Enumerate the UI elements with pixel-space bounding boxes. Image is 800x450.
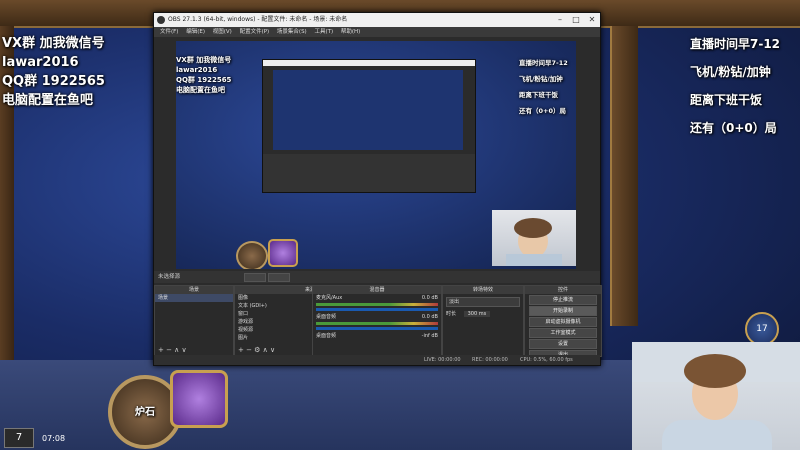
cpu-status: CPU: 0.5%, 60.00 fps (520, 357, 573, 363)
preview-overlay-r3: 距离下班干饭 (519, 91, 558, 99)
rec-status: REC: 00:00:00 (472, 357, 508, 363)
menu-edit[interactable]: 编辑(E) (186, 29, 205, 35)
mixer-desktop-slider[interactable] (316, 327, 438, 330)
overlay-left-line1: VX群 加我微信号 (2, 36, 105, 51)
mixer-mic-slider[interactable] (316, 308, 438, 311)
virtual-camera-button[interactable]: 启动虚拟摄像机 (529, 317, 597, 327)
close-icon[interactable]: ✕ (584, 13, 600, 27)
preview-overlay-r1: 直播时间早7-12 (519, 59, 568, 67)
menu-profile[interactable]: 配置文件(P) (240, 29, 270, 35)
filters-button[interactable] (268, 273, 290, 282)
sources-controls[interactable]: + − ⚙ ∧ ∨ (238, 346, 275, 354)
settings-button[interactable]: 设置 (529, 339, 597, 349)
overlay-right-line1: 直播时间早7-12 (690, 37, 781, 51)
game-frame-right (610, 26, 638, 326)
preview-webcam (492, 210, 576, 266)
preview-overlay-line3: QQ群 1922565 (176, 76, 232, 84)
transitions-dock: 转场特效 淡出 时长 300 ms (442, 285, 524, 357)
preview-hero-icon (236, 241, 268, 269)
mixer-mic-label: 麦克风/Aux (316, 295, 343, 301)
transition-select[interactable]: 淡出 (446, 297, 520, 307)
obs-statusbar: LIVE: 00:00:00 REC: 00:00:00 CPU: 0.5%, … (154, 355, 600, 365)
nested-obs-preview (262, 59, 476, 193)
mixer-channel-label: 桌面音频 -inf dB (313, 332, 441, 340)
mixer-channel-label: 桌面音频 0.0 dB (313, 313, 441, 321)
hero-power-icon[interactable] (170, 370, 228, 428)
power-cost: 17 (756, 324, 768, 334)
minimize-icon[interactable]: – (552, 13, 568, 27)
obs-titlebar[interactable]: OBS 27.1.3 (64-bit, windows) - 配置文件: 未命名… (154, 13, 600, 27)
overlay-right-line3: 距离下班干饭 (690, 93, 763, 107)
preview-overlay-right: 直播时间早7-12 飞机/粉钻/加钟 距离下班干饭 还有（0+0）局 (519, 55, 568, 119)
mixer-mic-meter (316, 303, 438, 306)
source-toolbar: 未选择源 (154, 271, 600, 283)
mixer-desktop2-level: -inf dB (421, 333, 438, 339)
menu-file[interactable]: 文件(F) (160, 29, 178, 35)
start-recording-button[interactable]: 开始录制 (529, 306, 597, 316)
overlay-left-line2: lawar2016 (2, 55, 79, 70)
preview-overlay-left: VX群 加我微信号 lawar2016 QQ群 1922565 电脑配置在鱼吧 (176, 55, 231, 95)
preview-hero-power-icon (268, 239, 298, 267)
stop-streaming-button[interactable]: 停止推流 (529, 295, 597, 305)
maximize-icon[interactable]: □ (568, 13, 584, 27)
deck-counter: 7 (4, 428, 34, 448)
overlay-left: VX群 加我微信号 lawar2016 QQ群 1922565 电脑配置在鱼吧 (2, 34, 105, 110)
preview-webcam-shirt (506, 254, 562, 266)
deck-count: 7 (15, 432, 23, 443)
preview-overlay-line1: VX群 加我微信号 (176, 56, 232, 64)
transitions-dock-title: 转场特效 (443, 286, 523, 294)
webcam-hair (684, 354, 746, 388)
duration-label: 时长 (446, 311, 457, 317)
obs-window[interactable]: OBS 27.1.3 (64-bit, windows) - 配置文件: 未命名… (153, 12, 602, 366)
webcam-shirt (662, 420, 772, 450)
mixer-dock-title: 混音器 (313, 286, 441, 294)
menu-view[interactable]: 视图(V) (213, 29, 232, 35)
live-status: LIVE: 00:00:00 (424, 357, 461, 363)
scenes-dock-title: 场景 (155, 286, 233, 294)
controls-dock-title: 控件 (525, 286, 601, 294)
mixer-desktop-label: 桌面音频 (316, 314, 337, 320)
controls-dock: 控件 停止推流 开始录制 启动虚拟摄像机 工作室模式 设置 退出 (524, 285, 602, 360)
overlay-left-line3: QQ群 1922565 (2, 74, 105, 89)
mixer-desktop-meter (316, 322, 438, 325)
preview-overlay-r2: 飞机/粉钻/加钟 (519, 75, 563, 83)
obs-menubar: 文件(F) 编辑(E) 视图(V) 配置文件(P) 场景集合(S) 工具(T) … (154, 27, 600, 37)
hero-label: 炉石 (135, 407, 155, 418)
obs-title: OBS 27.1.3 (64-bit, windows) - 配置文件: 未命名… (168, 16, 348, 23)
studio-mode-button[interactable]: 工作室模式 (529, 328, 597, 338)
no-source-selected: 未选择源 (158, 274, 181, 280)
webcam-overlay (632, 342, 800, 450)
game-board-bottom (0, 360, 640, 450)
overlay-right: 直播时间早7-12 飞机/粉钻/加钟 距离下班干饭 还有（0+0）局 (690, 30, 780, 142)
duration-row: 时长 300 ms (443, 310, 523, 318)
scenes-controls[interactable]: + − ∧ ∨ (158, 346, 187, 354)
menu-help[interactable]: 帮助(H) (341, 29, 360, 35)
preview-overlay-line4: 电脑配置在鱼吧 (176, 86, 225, 94)
scene-item[interactable]: 场景 (155, 294, 233, 302)
mixer-mic-level: 0.0 dB (421, 295, 438, 301)
mana-crystal: 17 (745, 312, 779, 346)
scenes-dock: 场景 场景 + − ∧ ∨ (154, 285, 234, 357)
mixer-desktop-level: 0.0 dB (421, 314, 438, 320)
preview-webcam-hair (514, 218, 552, 238)
overlay-right-line2: 飞机/粉钻/加钟 (690, 65, 771, 79)
overlay-left-line4: 电脑配置在鱼吧 (2, 93, 94, 108)
mixer-desktop2-label: 桌面音频 (316, 333, 337, 339)
audio-mixer-dock: 混音器 麦克风/Aux 0.0 dB 桌面音频 0.0 dB 桌面音频 -inf… (312, 285, 442, 357)
game-clock: 07:08 (42, 434, 66, 443)
duration-input[interactable]: 300 ms (463, 311, 491, 317)
preview-overlay-r4: 还有（0+0）局 (519, 107, 566, 115)
menu-tools[interactable]: 工具(T) (314, 29, 333, 35)
properties-button[interactable] (244, 273, 266, 282)
menu-scene-collection[interactable]: 场景集合(S) (277, 29, 307, 35)
overlay-right-line4: 还有（0+0）局 (690, 121, 777, 135)
mixer-channel-label: 麦克风/Aux 0.0 dB (313, 294, 441, 302)
preview-overlay-line2: lawar2016 (176, 66, 218, 74)
obs-logo-icon (157, 16, 165, 24)
